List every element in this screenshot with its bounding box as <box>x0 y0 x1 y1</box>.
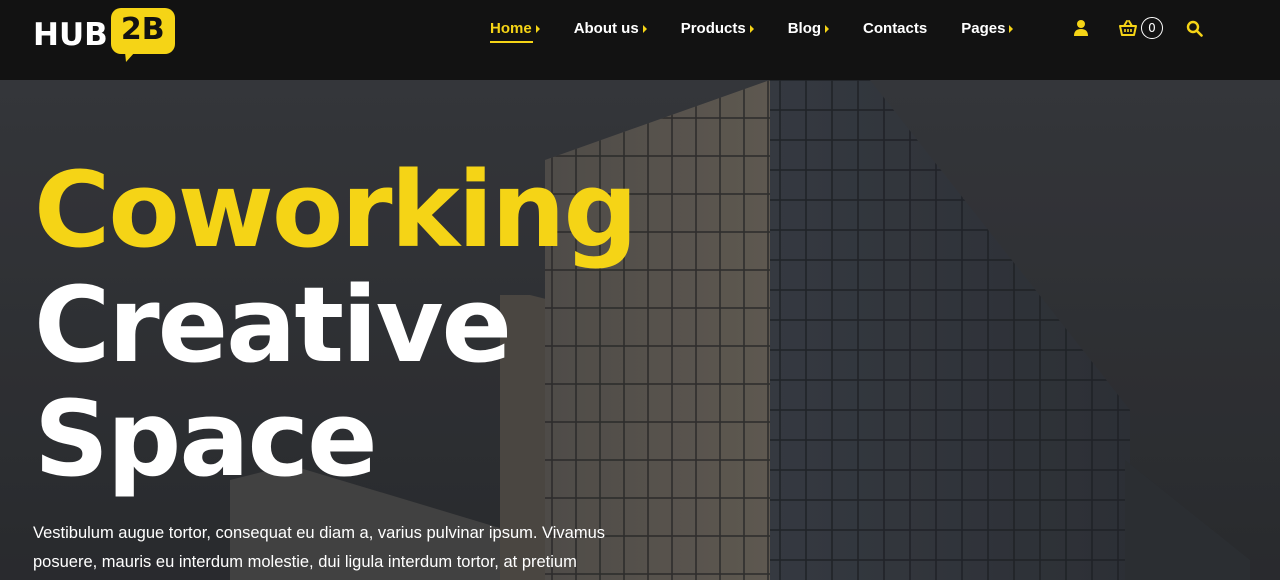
cart-button[interactable]: 0 <box>1118 17 1163 39</box>
logo-badge-text: 2B <box>120 11 165 47</box>
logo-badge: 2B <box>110 7 175 63</box>
caret-right-icon <box>825 24 830 33</box>
nav-item-label: Contacts <box>863 19 928 37</box>
nav-item-products[interactable]: Products <box>681 0 754 56</box>
hero-description: Vestibulum augue tortor, consequat eu di… <box>33 524 606 571</box>
caret-right-icon <box>642 24 647 33</box>
hero-section: Coworking Creative Space Vestibulum augu… <box>0 80 1280 580</box>
nav-item-label: Home <box>490 19 532 37</box>
nav-item-label: About us <box>573 19 639 37</box>
cart-count-badge: 0 <box>1141 17 1163 39</box>
user-icon[interactable] <box>1074 19 1088 37</box>
nav-item-about-us[interactable]: About us <box>574 0 647 56</box>
nav-item-label: Pages <box>961 19 1006 37</box>
caret-right-icon <box>749 24 754 33</box>
hero-title-line-2: Creative <box>34 264 512 386</box>
nav-item-home[interactable]: Home <box>490 0 540 56</box>
nav-item-label: Blog <box>787 19 822 37</box>
nav-item-contacts[interactable]: Contacts <box>863 0 927 56</box>
caret-right-icon <box>1009 24 1014 33</box>
basket-icon <box>1119 20 1137 36</box>
header-tools: 0 <box>1074 14 1203 42</box>
site-header: HUB 2B Home About us Products Blog Conta… <box>0 0 1280 80</box>
main-nav: Home About us Products Blog Contacts Pag… <box>490 0 1047 56</box>
site-logo[interactable]: HUB 2B <box>33 7 175 63</box>
logo-text: HUB <box>33 16 108 53</box>
nav-item-pages[interactable]: Pages <box>961 0 1014 56</box>
hero-title-line-3: Space <box>34 378 378 500</box>
caret-right-icon <box>535 24 540 33</box>
nav-item-blog[interactable]: Blog <box>787 0 830 56</box>
search-icon[interactable] <box>1186 20 1203 37</box>
hero-title-line-1: Coworking <box>34 149 638 271</box>
nav-item-label: Products <box>680 19 746 37</box>
hero-content: Coworking Creative Space Vestibulum augu… <box>0 80 1280 580</box>
